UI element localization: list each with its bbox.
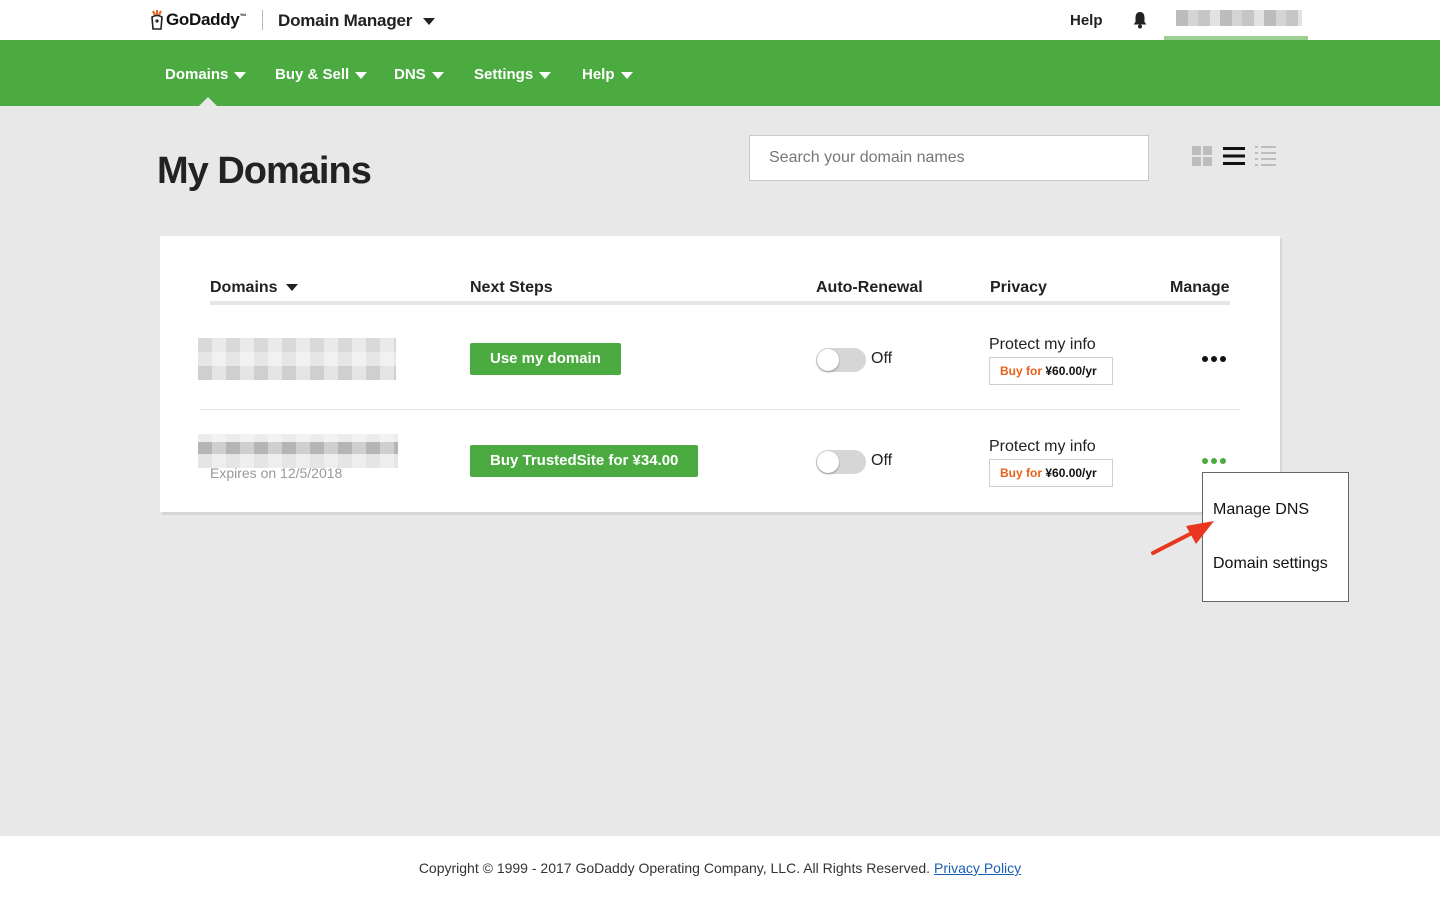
privacy-policy-link[interactable]: Privacy Policy: [934, 860, 1021, 876]
buy-privacy-button[interactable]: Buy for ¥60.00/yr: [989, 357, 1113, 385]
auto-renewal-status: Off: [871, 452, 893, 469]
account-name-redacted: [1176, 10, 1302, 26]
app-name[interactable]: Domain Manager: [278, 11, 412, 31]
nav-label: Buy & Sell: [275, 66, 350, 83]
logo-text: GoDaddy™: [166, 10, 247, 29]
menu-item-manage-dns[interactable]: Manage DNS: [1213, 501, 1309, 519]
chevron-down-icon: [234, 71, 247, 79]
domain-name-redacted[interactable]: [198, 338, 396, 380]
column-header-domains[interactable]: Domains: [210, 279, 298, 297]
buy-trustedsite-button[interactable]: Buy TrustedSite for ¥34.00: [470, 445, 699, 477]
help-link[interactable]: Help: [1070, 12, 1103, 29]
search-input[interactable]: [749, 135, 1149, 181]
use-my-domain-button[interactable]: Use my domain: [470, 343, 621, 375]
footer: Copyright © 1999 - 2017 GoDaddy Operatin…: [0, 836, 1440, 900]
more-dots-icon[interactable]: [1201, 352, 1229, 366]
expires-date: Expires on 12/5/2018: [210, 465, 343, 481]
chevron-down-icon: [539, 71, 552, 79]
chevron-down-icon: [620, 71, 633, 79]
godaddy-logo[interactable]: GoDaddy™: [150, 6, 246, 34]
chevron-down-icon[interactable]: [423, 18, 435, 25]
header-divider: [262, 10, 263, 30]
more-dots-icon[interactable]: [1201, 454, 1229, 468]
privacy-label: Protect my info: [989, 438, 1096, 455]
auto-renewal-status: Off: [871, 350, 893, 367]
toggle-knob: [817, 451, 839, 473]
nav-dns[interactable]: DNS: [394, 66, 444, 83]
chevron-down-icon: [355, 71, 368, 79]
top-bar: GoDaddy™ Domain Manager Help: [0, 0, 1440, 46]
page-title: My Domains: [157, 150, 372, 192]
header-rule: [210, 301, 1230, 305]
godaddy-logo-icon: [151, 10, 163, 30]
privacy-label: Protect my info: [989, 336, 1096, 353]
annotation-arrow-icon: [1151, 521, 1214, 555]
nav-help[interactable]: Help: [582, 66, 633, 83]
domain-name-redacted[interactable]: [198, 434, 398, 468]
menu-item-domain-settings[interactable]: Domain settings: [1213, 555, 1328, 573]
row-divider: [200, 409, 1240, 410]
nav-label: DNS: [394, 66, 426, 83]
bell-icon[interactable]: [1132, 11, 1148, 29]
nav-label: Domains: [165, 66, 229, 83]
nav-label: Settings: [474, 66, 534, 83]
nav-domains[interactable]: Domains: [165, 66, 247, 83]
auto-renewal-toggle[interactable]: [816, 450, 866, 474]
active-nav-pointer: [199, 97, 217, 106]
column-header-next-steps: Next Steps: [470, 279, 553, 296]
nav-settings[interactable]: Settings: [474, 66, 552, 83]
chevron-down-icon: [431, 71, 444, 79]
buy-privacy-button[interactable]: Buy for ¥60.00/yr: [989, 459, 1113, 487]
toggle-knob: [817, 349, 839, 371]
list-view-icon[interactable]: [1223, 145, 1245, 167]
sort-caret-icon: [285, 284, 298, 292]
column-header-auto-renewal: Auto-Renewal: [816, 279, 923, 296]
copyright-text: Copyright © 1999 - 2017 GoDaddy Operatin…: [418, 860, 1022, 876]
grid-view-icon[interactable]: [1191, 145, 1213, 167]
manage-dropdown-menu: Manage DNS Domain settings: [1202, 472, 1349, 602]
nav-buy-sell[interactable]: Buy & Sell: [275, 66, 368, 83]
column-header-manage: Manage: [1170, 279, 1230, 296]
nav-label: Help: [582, 66, 615, 83]
auto-renewal-toggle[interactable]: [816, 348, 866, 372]
column-header-privacy: Privacy: [990, 279, 1047, 296]
compact-list-icon[interactable]: [1255, 145, 1277, 167]
